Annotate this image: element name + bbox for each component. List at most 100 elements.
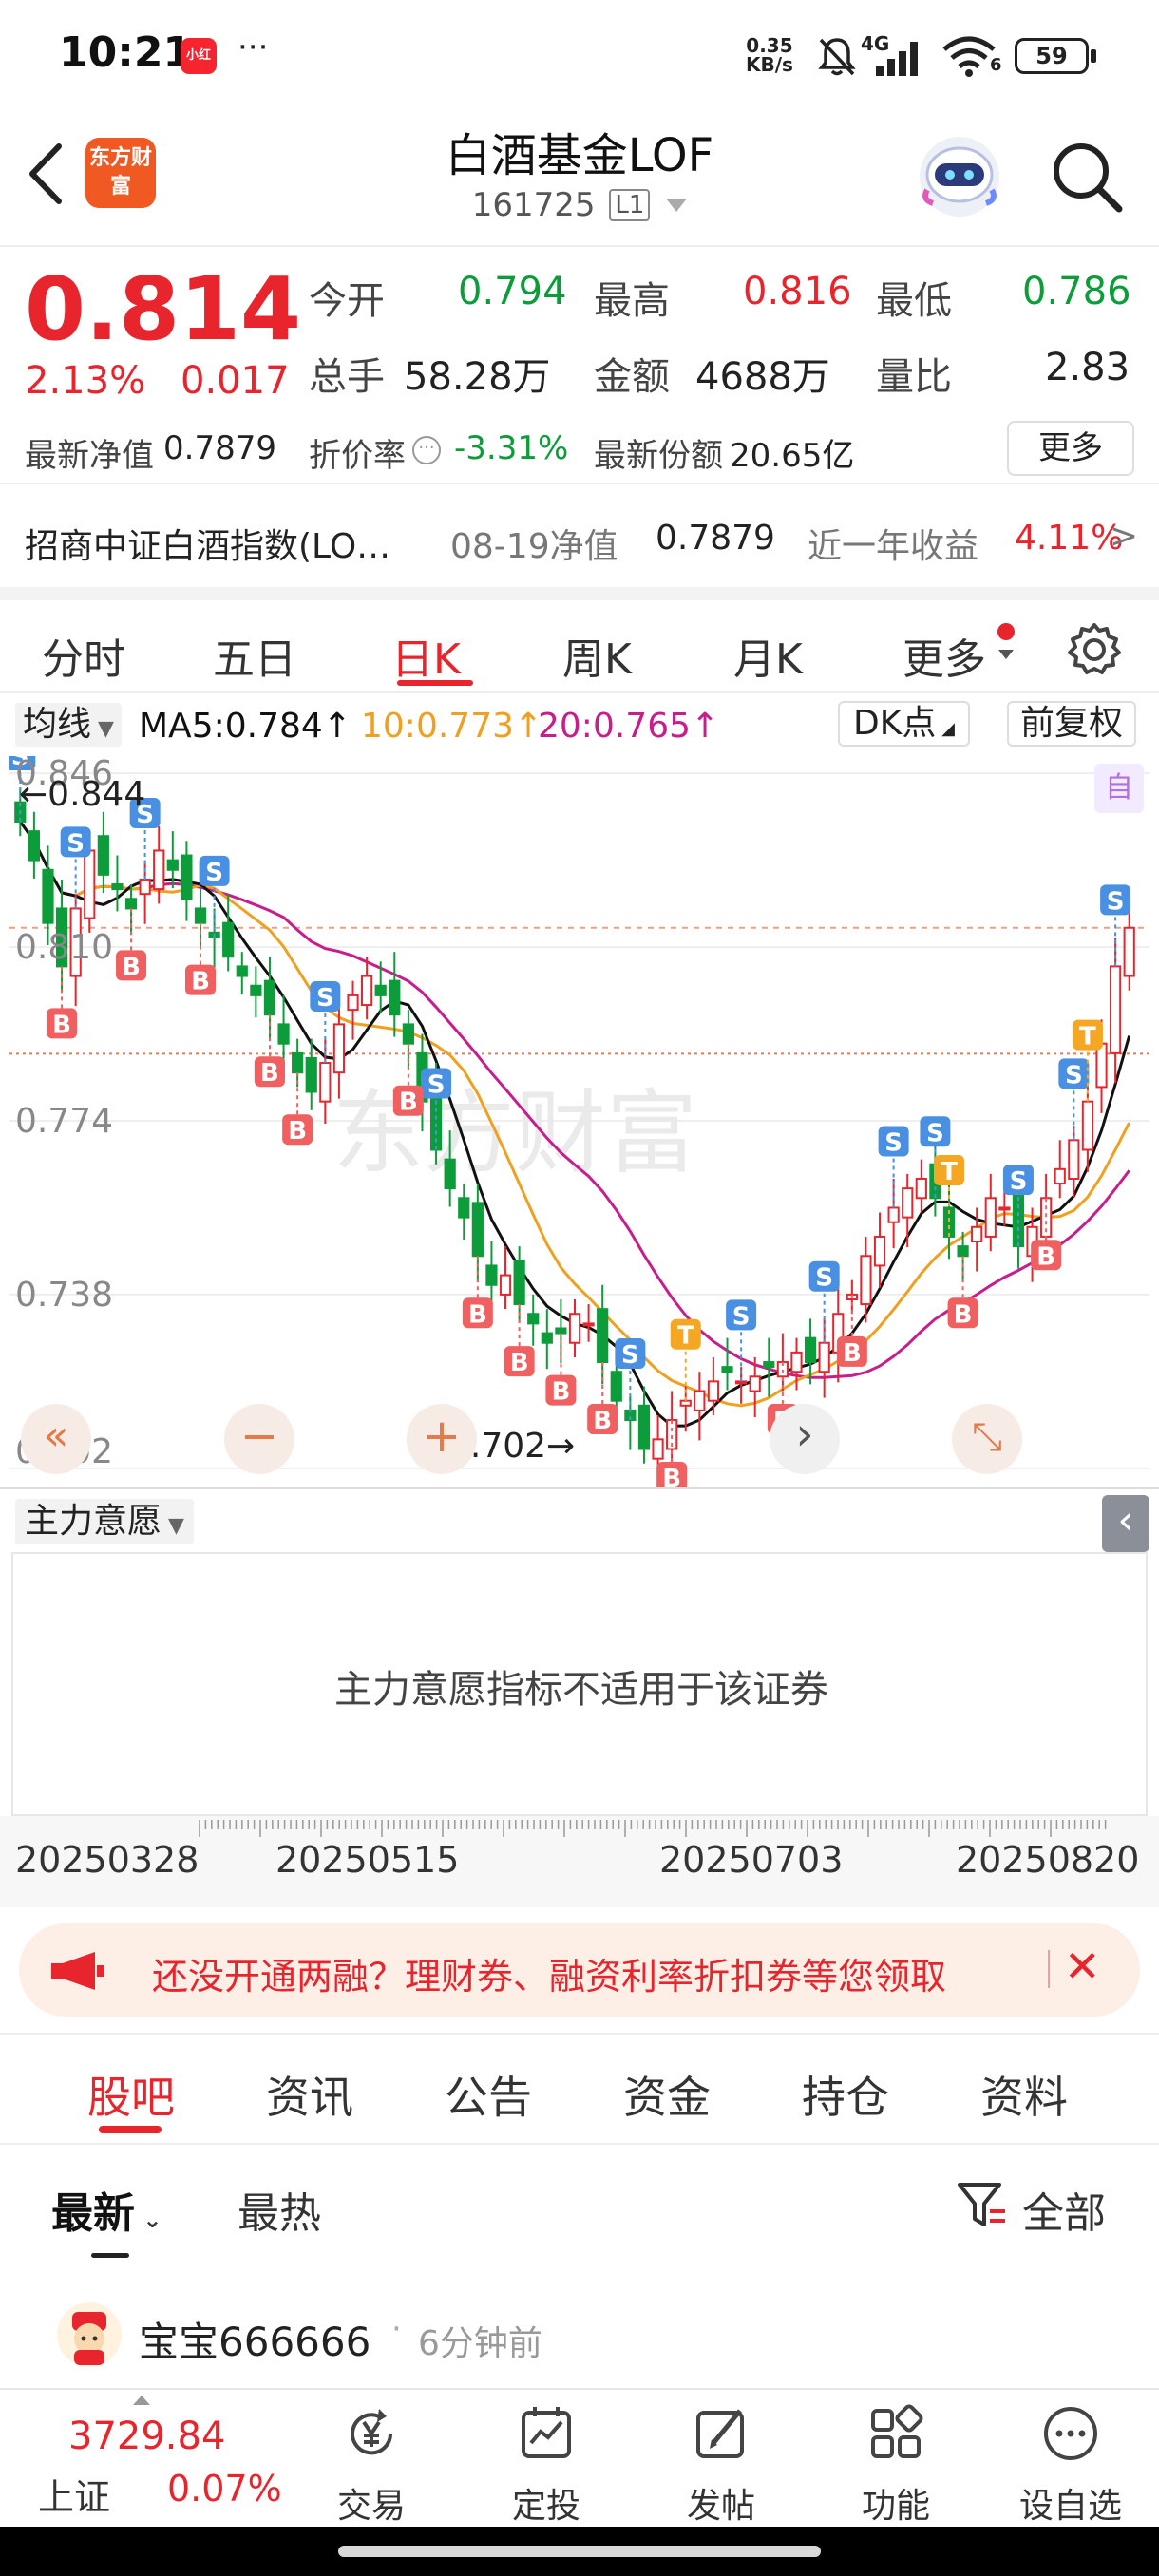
tab-profile[interactable]: 资料 xyxy=(980,2063,1068,2126)
high-value: 0.816 xyxy=(743,270,852,313)
zoom-out-button[interactable]: − xyxy=(224,1404,294,1474)
candle-body xyxy=(541,1332,553,1344)
marker-letter: S xyxy=(884,1128,902,1157)
chevron-right-icon: > xyxy=(1110,517,1139,556)
tab-daily-k[interactable]: 日K xyxy=(391,625,461,686)
sh-index-value[interactable]: 3729.84 xyxy=(68,2415,225,2458)
home-indicator[interactable] xyxy=(338,2546,821,2557)
nav-trade[interactable]: 交易 xyxy=(310,2403,433,2528)
tab-more[interactable]: 更多 xyxy=(902,625,986,686)
net-speed-unit: KB/s xyxy=(746,53,793,76)
candle-body xyxy=(292,1051,304,1074)
auto-scale-badge[interactable]: 自 xyxy=(1094,764,1144,813)
tab-guba[interactable]: 股吧 xyxy=(87,2063,175,2126)
candle-body xyxy=(818,1341,830,1373)
nav-post[interactable]: 发帖 xyxy=(659,2403,783,2528)
candle-body xyxy=(1054,1167,1066,1185)
marker-letter: S xyxy=(66,829,85,858)
moving-average-row: 均线 ▼ MA5:0.784↑ 10:0.773↑ 20:0.765↑ DK点 … xyxy=(0,693,1159,756)
marker-letter: S xyxy=(428,1070,446,1099)
post-item[interactable]: 宝宝666666 · 6分钟前 xyxy=(0,2280,1159,2384)
candle-body xyxy=(804,1336,817,1364)
tab-intraday[interactable]: 分时 xyxy=(42,625,125,686)
marker-letter: T xyxy=(940,1158,958,1186)
filter-icon[interactable] xyxy=(956,2179,1009,2232)
indicator-selector-label: 主力意愿 xyxy=(25,1502,162,1541)
filter-all[interactable]: 全部 xyxy=(1022,2179,1106,2240)
ma10-value: 10:0.773↑ xyxy=(361,707,543,746)
nav-trade-label: 交易 xyxy=(336,2487,406,2526)
marker-letter: B xyxy=(551,1378,570,1407)
mute-bell-icon xyxy=(818,38,856,76)
back-arrow-icon[interactable] xyxy=(23,141,70,207)
more-quote-button[interactable]: 更多 xyxy=(1007,421,1134,476)
sort-hot[interactable]: 最热 xyxy=(238,2179,321,2240)
candle-body xyxy=(915,1177,927,1200)
date-label-1: 20250328 xyxy=(15,1839,200,1881)
dk-dropdown-icon: ◢ xyxy=(936,719,955,739)
candle-body xyxy=(555,1327,567,1335)
tab-monthly-k[interactable]: 月K xyxy=(733,625,803,686)
zoom-in-button[interactable]: + xyxy=(407,1404,477,1474)
avatar[interactable] xyxy=(55,2301,124,2369)
collapse-left-button[interactable]: « xyxy=(21,1404,91,1474)
marker-letter: T xyxy=(1079,1023,1096,1051)
robot-assistant-icon[interactable] xyxy=(912,131,1007,222)
next-button[interactable]: › xyxy=(770,1404,840,1474)
candle-body xyxy=(124,898,138,910)
tab-news[interactable]: 资讯 xyxy=(266,2063,353,2126)
low-label: 最低 xyxy=(876,279,952,323)
date-label-3: 20250703 xyxy=(659,1839,844,1881)
nav-label: 最新净值 xyxy=(25,437,154,475)
one-year-return-label: 近一年收益 xyxy=(808,527,979,566)
fund-code-row[interactable]: 161725 L1 xyxy=(342,186,817,224)
info-dots-icon[interactable]: ··· xyxy=(412,436,441,464)
sh-index-name: 上证 xyxy=(38,2476,111,2518)
marker-letter: S xyxy=(621,1341,639,1370)
dk-point-selector[interactable]: DK点 ◢ xyxy=(838,701,970,747)
gear-icon[interactable] xyxy=(1066,621,1123,678)
kline-chart[interactable]: 东方财富 SSSSSSSSSSSSSSBBBBBBBBBBBBBBBTTT 0.… xyxy=(5,739,1150,1493)
expand-chart-button[interactable]: ⤡ xyxy=(952,1404,1022,1474)
index-expand-icon[interactable] xyxy=(133,2396,150,2405)
close-icon[interactable]: ✕ xyxy=(1064,1941,1101,1992)
nav-add-watchlist[interactable]: 设自选 xyxy=(1009,2403,1132,2528)
ma-selector[interactable]: 均线 ▼ xyxy=(15,703,122,747)
marker-letter: B xyxy=(510,1349,529,1377)
sort-row: 最新 ⌄ 最热 全部 xyxy=(0,2145,1159,2261)
candle-body xyxy=(637,1404,651,1450)
candle-body xyxy=(873,1235,886,1267)
nav-auto-invest[interactable]: 定投 xyxy=(484,2403,608,2528)
volume-ratio-value: 2.83 xyxy=(1045,346,1130,389)
candle-body xyxy=(721,1366,733,1373)
battery-tip xyxy=(1091,49,1096,63)
tab-holdings[interactable]: 持仓 xyxy=(802,2063,889,2126)
adjust-button[interactable]: 前复权 xyxy=(1007,701,1137,747)
indicator-selector[interactable]: 主力意愿 ▼ xyxy=(15,1499,194,1544)
open-value: 0.794 xyxy=(458,270,567,313)
candle-body xyxy=(180,854,193,900)
search-icon[interactable] xyxy=(1049,139,1125,215)
more-circle-icon xyxy=(1044,2407,1097,2460)
candle-body xyxy=(707,1380,720,1402)
candle-body xyxy=(444,1158,456,1190)
sort-dropdown-icon: ⌄ xyxy=(135,2207,162,2233)
low-value: 0.786 xyxy=(1022,270,1131,313)
side-collapse-button[interactable]: ‹ xyxy=(1102,1495,1150,1552)
tab-weekly-k[interactable]: 周K xyxy=(562,625,632,686)
tab-five-day[interactable]: 五日 xyxy=(213,625,296,686)
tracking-index-row[interactable]: 招商中证白酒指数(LO… 08-19净值 0.7879 近一年收益 4.11% … xyxy=(0,483,1159,587)
max-price-label: ←0.844 xyxy=(19,775,145,814)
marker-letter: S xyxy=(732,1302,750,1331)
fund-title: 白酒基金LOF xyxy=(445,129,714,182)
marker-letter: B xyxy=(954,1300,973,1329)
sort-latest[interactable]: 最新 ⌄ xyxy=(51,2179,162,2240)
tab-funds[interactable]: 资金 xyxy=(623,2063,711,2126)
tab-announcements[interactable]: 公告 xyxy=(445,2063,532,2126)
post-username[interactable]: 宝宝666666 xyxy=(139,2310,370,2368)
candle-body xyxy=(332,1023,346,1074)
kline-svg[interactable]: 东方财富 SSSSSSSSSSSSSSBBBBBBBBBBBBBBBTTT 0.… xyxy=(5,739,1150,1493)
candle-body xyxy=(790,1351,803,1373)
margin-promo-banner[interactable]: 还没开通两融？理财券、融资利率折扣券等您领取 ✕ xyxy=(19,1923,1140,2017)
nav-functions[interactable]: 功能 xyxy=(834,2403,958,2528)
